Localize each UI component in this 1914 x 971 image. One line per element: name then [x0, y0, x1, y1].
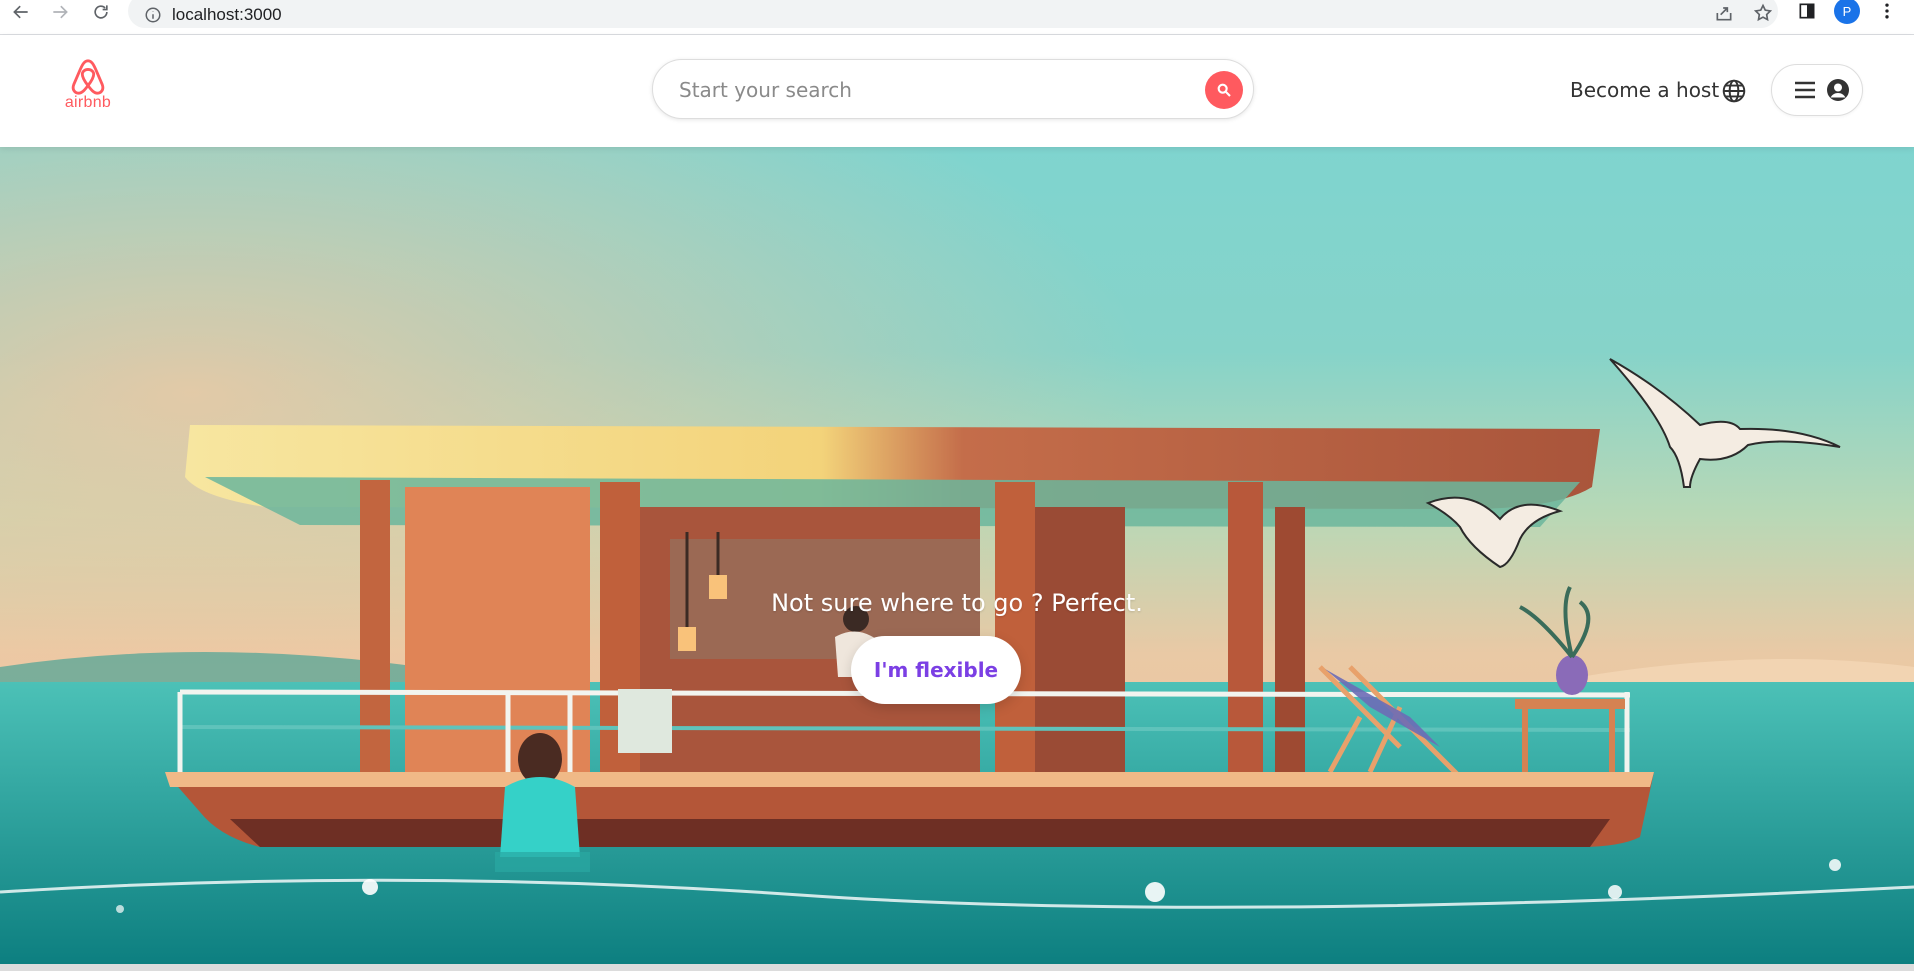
- im-flexible-button[interactable]: I'm flexible: [851, 636, 1021, 704]
- logo-text: airbnb: [64, 94, 112, 111]
- language-button[interactable]: [1720, 77, 1748, 105]
- page-bottom-edge: [0, 964, 1914, 971]
- become-host-link[interactable]: Become a host: [1570, 78, 1719, 102]
- search-button[interactable]: [1205, 71, 1243, 109]
- globe-icon: [1722, 79, 1746, 103]
- forward-button[interactable]: [45, 0, 75, 24]
- info-icon[interactable]: [144, 6, 162, 24]
- browser-toolbar: localhost:3000 P: [0, 0, 1914, 35]
- url-text[interactable]: localhost:3000: [172, 5, 282, 25]
- address-bar[interactable]: localhost:3000: [128, 0, 1778, 28]
- star-icon[interactable]: [1753, 3, 1773, 23]
- reload-icon: [94, 5, 108, 19]
- user-menu-button[interactable]: [1771, 64, 1863, 116]
- side-panel-button[interactable]: [1794, 0, 1820, 22]
- share-icon[interactable]: [1714, 3, 1734, 23]
- account-circle-icon: [1827, 79, 1849, 101]
- airbnb-logo[interactable]: airbnb: [62, 57, 114, 117]
- airbnb-logo-icon: [71, 59, 105, 95]
- back-button[interactable]: [6, 0, 36, 24]
- profile-avatar[interactable]: P: [1834, 0, 1860, 24]
- reload-button[interactable]: [86, 0, 116, 24]
- side-panel-icon: [1799, 3, 1815, 19]
- hamburger-menu-icon: [1795, 81, 1815, 99]
- kebab-menu-icon: [1885, 3, 1889, 19]
- houseboat-illustration: [0, 147, 1914, 964]
- search-bar[interactable]: [652, 59, 1254, 119]
- search-icon: [1217, 83, 1231, 97]
- site-header: airbnb Become a host: [0, 35, 1914, 147]
- hero-banner: Not sure where to go ? Perfect. I'm flex…: [0, 147, 1914, 964]
- arrow-right-icon: [53, 5, 68, 19]
- hero-tagline: Not sure where to go ? Perfect.: [771, 589, 1143, 617]
- browser-menu-button[interactable]: [1874, 0, 1900, 22]
- arrow-left-icon: [13, 5, 28, 19]
- search-input[interactable]: [677, 74, 1161, 106]
